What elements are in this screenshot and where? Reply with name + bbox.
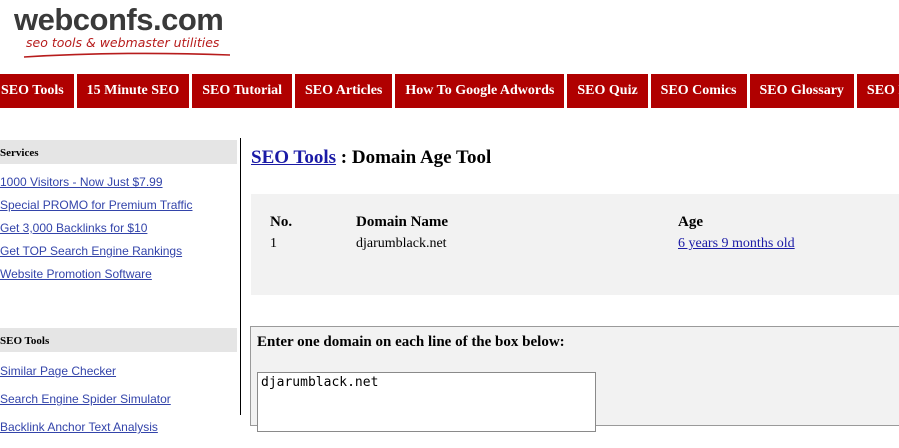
main-nav: SEO Tools 15 Minute SEO SEO Tutorial SEO Ar… (0, 74, 899, 108)
nav-item-seo-comics[interactable]: SEO Comics (650, 74, 747, 108)
tools-link-list: Similar Page Checker Search Engine Spide… (0, 364, 237, 448)
result-cell-domain: djarumblack.net (356, 236, 447, 251)
nav-item-seo-glossary[interactable]: SEO Glossary (749, 74, 854, 108)
sidebar-link-top-rankings[interactable]: Get TOP Search Engine Rankings (0, 244, 237, 258)
nav-item-15-minute-seo[interactable]: 15 Minute SEO (76, 74, 190, 108)
sidebar-link-similar-page-checker[interactable]: Similar Page Checker (0, 364, 237, 378)
sidebar-link-premium-traffic[interactable]: Special PROMO for Premium Traffic (0, 198, 237, 212)
nav-item-seo-tools[interactable]: SEO Tools (0, 74, 74, 108)
logo-swoosh-icon (23, 52, 231, 58)
result-cell-age: 6 years 9 months old (678, 236, 795, 252)
sidebar-link-spider-simulator[interactable]: Search Engine Spider Simulator (0, 392, 237, 406)
column-header-age: Age (678, 214, 703, 230)
sidebar-heading-services: Services (0, 140, 237, 164)
column-header-domain: Domain Name (356, 214, 449, 230)
services-link-list: 1000 Visitors - Now Just $7.99 Special P… (0, 175, 237, 290)
nav-item-seo-quiz[interactable]: SEO Quiz (567, 74, 648, 108)
result-table: No. Domain Name Age 1 djarumblack.net 6 … (251, 194, 899, 295)
breadcrumb: SEO Tools : Domain Age Tool (251, 147, 491, 169)
nav-item-seo-puzzle[interactable]: SEO Puzzle (856, 74, 899, 108)
sidebar-link-anchor-text-analysis[interactable]: Backlink Anchor Text Analysis (0, 420, 237, 434)
sidebar-divider (240, 138, 241, 415)
breadcrumb-separator: : (336, 147, 352, 168)
page-title: Domain Age Tool (351, 147, 492, 168)
nav-item-google-adwords[interactable]: How To Google Adwords (395, 74, 565, 108)
sidebar-link-1000-visitors[interactable]: 1000 Visitors - Now Just $7.99 (0, 175, 237, 189)
form-instructions: Enter one domain on each line of the box… (257, 334, 565, 350)
sidebar-link-promotion-software[interactable]: Website Promotion Software (0, 267, 237, 281)
result-cell-no: 1 (270, 236, 277, 251)
logo-tagline: seo tools & webmaster utilities (26, 35, 220, 50)
column-header-no: No. (270, 214, 293, 230)
sidebar: Services 1000 Visitors - Now Just $7.99 … (0, 140, 237, 448)
age-link[interactable]: 6 years 9 months old (678, 236, 795, 251)
site-logo[interactable]: webconfs.com seo tools & webmaster utili… (14, 2, 244, 64)
domain-textarea[interactable]: djarumblack.net (257, 372, 596, 432)
nav-item-seo-tutorial[interactable]: SEO Tutorial (192, 74, 292, 108)
sidebar-link-backlinks[interactable]: Get 3,000 Backlinks for $10 (0, 221, 237, 235)
logo-wordmark: webconfs.com (14, 2, 224, 37)
sidebar-heading-seo-tools: SEO Tools (0, 328, 237, 352)
nav-item-seo-articles[interactable]: SEO Articles (295, 74, 393, 108)
breadcrumb-link-seo-tools[interactable]: SEO Tools (251, 147, 336, 168)
domain-input-form: Enter one domain on each line of the box… (250, 326, 899, 432)
